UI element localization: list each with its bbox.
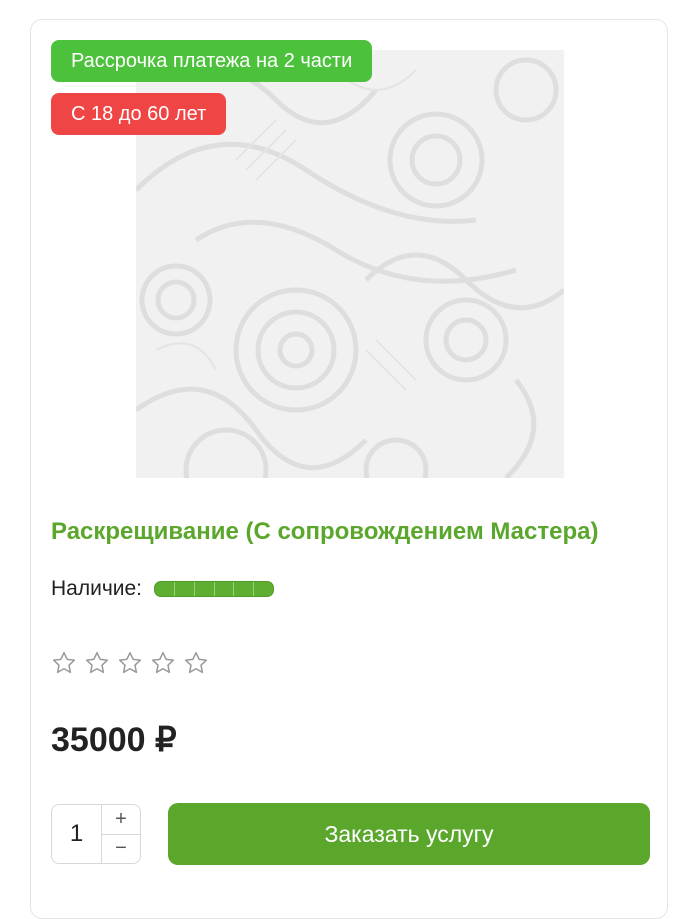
availability-row: Наличие: [51,577,275,601]
quantity-stepper: 1 + − [51,804,141,864]
quantity-controls: + − [101,805,140,863]
installment-badge: Рассрочка платежа на 2 части [51,40,373,82]
product-card: Рассрочка платежа на 2 части С 18 до 60 … [30,19,668,919]
product-title[interactable]: Раскрещивание (С сопровождением Мастера) [51,518,651,546]
availability-label: Наличие: [51,577,143,600]
stock-segment [234,582,255,596]
rating-stars [51,650,209,676]
stock-segment [155,582,175,596]
star-outline-icon[interactable] [117,650,143,676]
age-restriction-badge: С 18 до 60 лет [51,93,227,135]
stock-segment [254,582,273,596]
star-outline-icon[interactable] [51,650,77,676]
order-service-button[interactable]: Заказать услугу [168,803,650,865]
star-outline-icon[interactable] [150,650,176,676]
stock-segment [215,582,235,596]
star-outline-icon[interactable] [183,650,209,676]
product-price: 35000 ₽ [51,721,177,759]
star-outline-icon[interactable] [84,650,110,676]
stock-segment [195,582,215,596]
stock-level-indicator [154,581,275,597]
quantity-decrement-button[interactable]: − [102,835,140,864]
quantity-input[interactable]: 1 [52,805,101,863]
stock-segment [175,582,195,596]
quantity-increment-button[interactable]: + [102,805,140,835]
